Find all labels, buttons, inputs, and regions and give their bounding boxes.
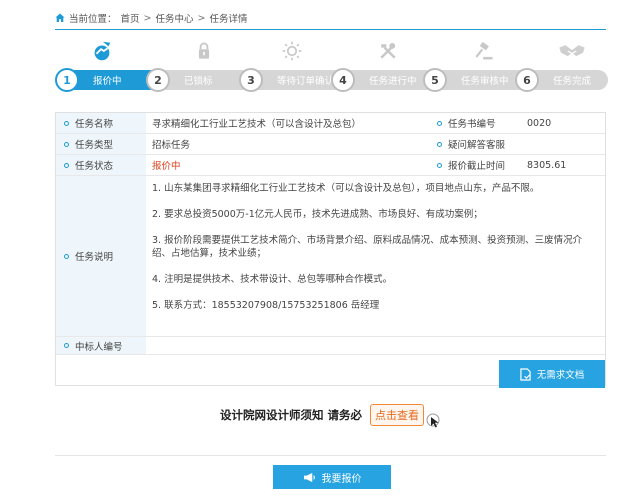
- submit-quote-label: 我要报价: [321, 473, 362, 485]
- no-document-button[interactable]: 无需求文档: [499, 360, 605, 388]
- breadcrumb-task-center-link[interactable]: 任务中心: [156, 11, 194, 25]
- description-line: 3. 报价阶段需要提供工艺技术简介、市场背景介绍、原料成品情况、成本预测、投资预…: [152, 235, 583, 259]
- step-2: 2 已锁标: [146, 67, 213, 93]
- step-label: 任务完成: [553, 76, 592, 87]
- step-number: 1: [55, 68, 79, 92]
- home-icon: [55, 13, 65, 22]
- bullet-icon: [437, 141, 442, 147]
- no-document-label: 无需求文档: [536, 370, 585, 381]
- tools-icon: [375, 38, 401, 64]
- step-number: 3: [239, 68, 263, 92]
- field-label: 报价截止时间: [437, 155, 521, 175]
- task-type-value: 招标任务: [152, 140, 191, 151]
- task-code-value: 0020: [521, 113, 605, 133]
- description-line: 5. 联系方式：18553207908/15753251806 岳经理: [152, 300, 380, 311]
- table-row: 任务名称 寻求精细化工行业工艺技术（可以含设计及总包） 任务书编号 0020: [56, 113, 605, 134]
- notice-text: 设计院网设计师须知 请务必: [220, 408, 363, 422]
- breadcrumb-home-link[interactable]: 首页: [121, 11, 140, 25]
- step-label: 已锁标: [184, 76, 213, 87]
- step-1: 1 报价中: [55, 67, 122, 93]
- step-4: 4 任务进行中: [331, 67, 417, 93]
- breadcrumb-separator: >: [197, 12, 206, 24]
- task-status-value: 报价中: [152, 161, 181, 172]
- view-notice-button[interactable]: 点击查看: [370, 404, 425, 426]
- bottom-divider: [55, 455, 606, 456]
- document-icon: [520, 367, 531, 381]
- field-label: 任务说明: [56, 176, 146, 336]
- field-label: 疑问解答客服: [437, 134, 521, 154]
- step-number: 4: [331, 68, 355, 92]
- field-label: 任务状态: [56, 155, 146, 175]
- breadcrumb-prefix: 当前位置：: [69, 14, 117, 25]
- pointer-cursor-icon: [426, 413, 440, 428]
- step-label: 等待订单确认: [277, 76, 335, 87]
- breadcrumb: 当前位置： 首页 > 任务中心 > 任务详情: [55, 10, 248, 26]
- designer-notice: 设计院网设计师须知 请务必 点击查看: [220, 404, 425, 426]
- winner-code-value: [146, 337, 605, 354]
- table-row: 任务说明 1. 山东某集团寻求精细化工行业工艺技术（可以含设计及总包），项目地点…: [56, 176, 605, 337]
- lock-icon: [191, 38, 217, 64]
- bullet-icon: [64, 162, 69, 168]
- bullet-icon: [64, 253, 69, 259]
- progress-steps: 1 报价中 2 已锁标 3 等待订单确认 4 任务进行中 5 任务审核中 6 任…: [55, 67, 608, 93]
- handshake-blue-icon: [89, 38, 115, 64]
- step-icons: [55, 38, 608, 66]
- description-line: 4. 注明是提供技术、技术带设计、总包等哪种合作模式。: [152, 274, 393, 285]
- task-name-value: 寻求精细化工行业工艺技术（可以含设计及总包）: [152, 119, 362, 130]
- bullet-icon: [64, 120, 69, 126]
- description-line: 2. 要求总投资5000万-1亿元人民币，技术先进成熟、市场良好、有成功案例；: [152, 209, 483, 220]
- breadcrumb-separator: >: [143, 12, 152, 24]
- table-row: 中标人编号: [56, 337, 605, 355]
- qa-service-value: [521, 134, 605, 154]
- step-number: 6: [515, 68, 539, 92]
- sun-icon: [279, 38, 305, 64]
- bullet-icon: [437, 120, 442, 126]
- header-divider: [55, 29, 606, 30]
- bullet-icon: [64, 343, 69, 348]
- bullet-icon: [64, 141, 69, 147]
- field-label: 任务名称: [56, 113, 146, 133]
- task-description: 1. 山东某集团寻求精细化工行业工艺技术（可以含设计及总包），项目地点山东，产品…: [146, 176, 605, 336]
- step-6: 6 任务完成: [515, 67, 591, 93]
- step-label: 报价中: [93, 76, 122, 87]
- description-line: 1. 山东某集团寻求精细化工行业工艺技术（可以含设计及总包），项目地点山东，产品…: [152, 183, 540, 194]
- table-footer: 无需求文档: [56, 355, 605, 388]
- task-details-table: 任务名称 寻求精细化工行业工艺技术（可以含设计及总包） 任务书编号 0020 任…: [55, 112, 606, 388]
- bullet-icon: [437, 162, 442, 168]
- step-label: 任务审核中: [461, 76, 509, 87]
- megaphone-icon: [303, 472, 315, 482]
- breadcrumb-current: 任务详情: [209, 14, 248, 25]
- field-label: 任务书编号: [437, 113, 521, 133]
- step-number: 5: [423, 68, 447, 92]
- field-label: 中标人编号: [56, 337, 146, 354]
- table-row: 任务状态 报价中 报价截止时间 8305.61: [56, 155, 605, 176]
- gavel-icon: [471, 38, 497, 64]
- handshake-icon: [555, 38, 589, 64]
- step-number: 2: [146, 68, 170, 92]
- field-label: 任务类型: [56, 134, 146, 154]
- step-label: 任务进行中: [369, 76, 417, 87]
- deadline-value: 8305.61: [521, 155, 605, 175]
- step-5: 5 任务审核中: [423, 67, 509, 93]
- table-row: 任务类型 招标任务 疑问解答客服: [56, 134, 605, 155]
- submit-quote-button[interactable]: 我要报价: [273, 465, 391, 489]
- step-3: 3 等待订单确认: [239, 67, 334, 93]
